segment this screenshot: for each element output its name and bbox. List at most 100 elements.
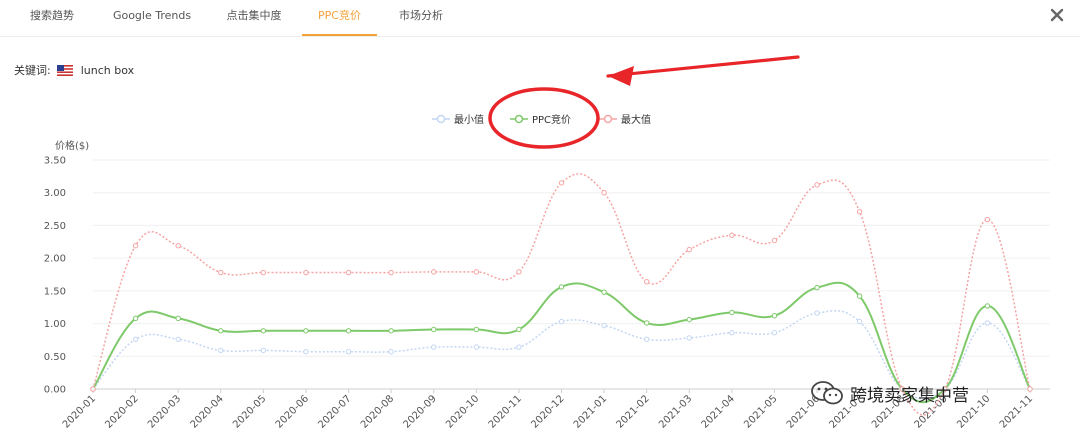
data-point-1[interactable] (729, 309, 735, 316)
y-tick-label: 2.50 (44, 221, 66, 232)
keyword-row: 关键词: lunch box (14, 62, 134, 78)
wechat-icon (811, 381, 843, 405)
x-tick-label: 2020-05 (231, 393, 268, 430)
data-point-2[interactable] (643, 278, 650, 285)
legend-line-icon (510, 114, 528, 123)
y-tick-label: 3.00 (44, 188, 66, 199)
x-tick-label: 2020-07 (316, 393, 353, 430)
data-point-1[interactable] (984, 303, 991, 309)
x-tick-label: 2020-10 (444, 393, 481, 430)
legend-label: 最小值 (454, 115, 484, 126)
data-point-1[interactable] (558, 284, 565, 290)
data-point-1[interactable] (260, 328, 267, 334)
close-icon[interactable] (1048, 6, 1066, 24)
data-point-2[interactable] (856, 208, 863, 215)
x-tick-label: 2020-01 (61, 393, 98, 430)
x-tick-label: 2020-04 (189, 393, 226, 430)
y-tick-label: 0.00 (44, 385, 66, 396)
legend-line-icon (599, 114, 617, 123)
data-point-2[interactable] (175, 243, 181, 249)
data-point-2[interactable] (345, 269, 352, 276)
data-point-2[interactable] (729, 232, 735, 238)
legend-item-min[interactable]: 最小值 (432, 111, 484, 126)
data-point-0[interactable] (345, 349, 352, 355)
data-point-0[interactable] (771, 330, 778, 336)
watermark-text: 跨境卖家集中营 (850, 385, 969, 406)
data-point-0[interactable] (431, 344, 437, 350)
data-point-1[interactable] (856, 293, 863, 299)
data-point-0[interactable] (516, 344, 522, 350)
data-point-0[interactable] (729, 330, 735, 336)
data-point-1[interactable] (175, 315, 181, 322)
data-point-0[interactable] (132, 336, 139, 342)
legend-line-icon (432, 114, 450, 123)
data-point-1[interactable] (814, 284, 820, 291)
series-line-2 (92, 173, 1031, 416)
data-point-1[interactable] (218, 328, 224, 334)
x-tick-label: 2020-02 (103, 393, 140, 430)
data-point-0[interactable] (984, 320, 991, 326)
data-point-2[interactable] (516, 269, 522, 275)
tab-market-analysis[interactable]: 市场分析 (398, 0, 444, 36)
data-point-2[interactable] (431, 269, 437, 275)
data-point-2[interactable] (260, 269, 267, 276)
data-point-2[interactable] (1027, 386, 1033, 392)
legend-item-ppc[interactable]: PPC竞价 (510, 111, 571, 126)
data-point-1[interactable] (643, 320, 650, 326)
data-point-2[interactable] (601, 190, 607, 196)
y-tick-label: 1.50 (44, 286, 66, 297)
data-point-2[interactable] (473, 269, 480, 275)
data-point-2[interactable] (771, 237, 778, 244)
data-point-1[interactable] (473, 326, 480, 333)
data-point-2[interactable] (303, 269, 309, 276)
data-point-0[interactable] (601, 322, 607, 329)
data-point-1[interactable] (516, 326, 522, 333)
data-point-0[interactable] (303, 349, 309, 355)
data-point-0[interactable] (814, 310, 820, 316)
data-point-0[interactable] (558, 318, 565, 325)
keyword-label: 关键词: (14, 64, 51, 77)
tab-click-concentration[interactable]: 点击集中度 (226, 0, 282, 36)
data-point-2[interactable] (90, 386, 96, 392)
x-tick-label: 2021-04 (700, 393, 737, 430)
chart-legend: 最小值 PPC竞价 最大值 (0, 111, 1080, 129)
data-point-2[interactable] (686, 246, 692, 253)
data-point-2[interactable] (132, 243, 139, 249)
x-tick-label: 2020-09 (402, 393, 439, 430)
data-point-0[interactable] (686, 335, 692, 341)
data-point-1[interactable] (132, 315, 139, 322)
legend-label: PPC竞价 (532, 115, 572, 126)
data-point-1[interactable] (303, 328, 309, 334)
x-tick-label: 2020-06 (274, 393, 311, 430)
x-tick-label: 2020-11 (487, 393, 524, 430)
data-point-0[interactable] (218, 347, 224, 354)
data-point-2[interactable] (218, 269, 224, 276)
data-point-1[interactable] (431, 326, 437, 333)
data-point-0[interactable] (473, 344, 480, 350)
data-point-0[interactable] (388, 349, 394, 355)
data-point-1[interactable] (388, 328, 394, 334)
data-point-2[interactable] (984, 216, 991, 223)
x-tick-label: 2021-11 (998, 393, 1035, 430)
data-point-0[interactable] (260, 347, 267, 354)
x-tick-label: 2021-05 (742, 393, 779, 430)
watermark: 跨境卖家集中营 (810, 380, 969, 406)
data-point-0[interactable] (856, 318, 863, 325)
x-tick-label: 2020-03 (146, 393, 183, 430)
tab-ppc-bid[interactable]: PPC竞价 (302, 0, 377, 36)
legend-item-max[interactable]: 最大值 (599, 111, 651, 126)
keyword-value: lunch box (80, 63, 135, 77)
tab-search-trends[interactable]: 搜索趋势 (30, 0, 74, 36)
data-point-1[interactable] (601, 289, 607, 295)
data-point-1[interactable] (686, 316, 692, 323)
x-tick-label: 2020-08 (359, 393, 396, 430)
data-point-2[interactable] (814, 182, 820, 188)
tab-google-trends[interactable]: Google Trends (112, 0, 192, 36)
data-point-2[interactable] (388, 269, 394, 276)
data-point-2[interactable] (558, 180, 565, 186)
data-point-0[interactable] (643, 336, 650, 342)
data-point-1[interactable] (345, 328, 352, 334)
data-point-1[interactable] (771, 313, 778, 319)
legend-label: 最大值 (621, 115, 651, 126)
data-point-0[interactable] (175, 336, 181, 342)
